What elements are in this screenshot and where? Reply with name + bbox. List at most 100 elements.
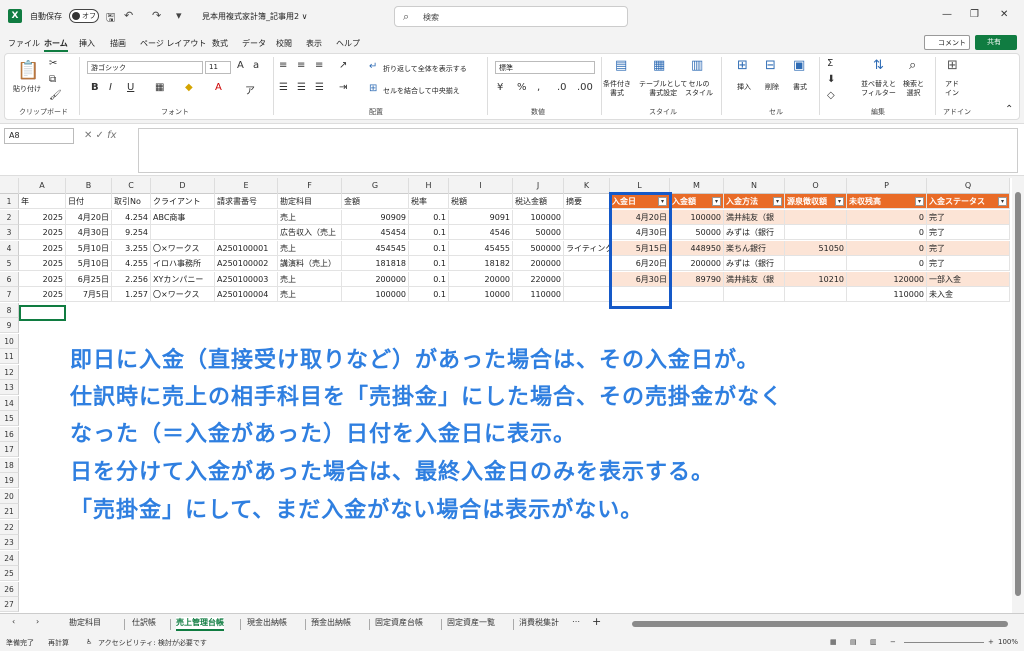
row-header[interactable]: 19 bbox=[0, 473, 19, 488]
sort-filter-button[interactable]: 並べ替えと フィルター bbox=[861, 80, 896, 98]
table-cell[interactable]: 4.254 bbox=[112, 209, 151, 225]
table-cell[interactable] bbox=[564, 287, 610, 302]
sheet-tab-active[interactable]: 売上管理台帳 bbox=[176, 617, 224, 631]
customize-qat-icon[interactable]: ▾ bbox=[176, 9, 182, 22]
filter-dropdown-icon[interactable]: ▾ bbox=[773, 197, 782, 206]
table-cell[interactable]: 1.257 bbox=[112, 287, 151, 302]
table-cell[interactable]: 完了 bbox=[927, 209, 1010, 225]
table-cell[interactable]: 181818 bbox=[342, 256, 409, 271]
font-color-icon[interactable]: A bbox=[215, 82, 222, 93]
filter-dropdown-icon[interactable]: ▾ bbox=[835, 197, 844, 206]
cut-icon[interactable]: ✂ bbox=[49, 58, 57, 69]
row-header[interactable]: 10 bbox=[0, 333, 19, 349]
save-icon[interactable]: 🖫 bbox=[106, 9, 115, 28]
row-header[interactable]: 14 bbox=[0, 395, 19, 411]
select-all-corner[interactable] bbox=[0, 178, 19, 194]
phonetic-icon[interactable]: ア bbox=[245, 82, 255, 97]
table-cell[interactable] bbox=[785, 225, 847, 240]
row-header[interactable]: 21 bbox=[0, 504, 19, 519]
table-cell[interactable]: 0 bbox=[847, 209, 927, 225]
row-header[interactable]: 2 bbox=[0, 209, 19, 225]
find-select-button[interactable]: 検索と 選択 bbox=[903, 80, 924, 98]
row-header[interactable]: 6 bbox=[0, 271, 19, 287]
sheet-tab[interactable]: 固定資産一覧 bbox=[447, 617, 495, 628]
search-box[interactable]: ⌕ 検索 bbox=[394, 6, 628, 27]
conditional-format-icon[interactable]: ▤ bbox=[615, 58, 627, 73]
align-left-icon[interactable]: ☰ bbox=[279, 82, 288, 93]
comment-button[interactable]: コメント bbox=[924, 35, 970, 50]
table-cell[interactable]: 50000 bbox=[670, 225, 724, 240]
minimize-icon[interactable]: — bbox=[942, 9, 952, 20]
sheet-tab[interactable]: 仕訳帳 bbox=[132, 617, 156, 628]
column-header-q[interactable]: Q bbox=[927, 178, 1010, 194]
table-cell[interactable]: ABC商事 bbox=[151, 209, 215, 225]
table-cell[interactable]: 4月30日 bbox=[66, 225, 112, 240]
table-cell[interactable] bbox=[785, 287, 847, 302]
table-cell[interactable]: 0.1 bbox=[409, 240, 449, 256]
vertical-scroll-thumb[interactable] bbox=[1015, 192, 1021, 596]
table-cell[interactable]: 0 bbox=[847, 225, 927, 240]
table-header-cell[interactable]: 入金額 ▾ bbox=[670, 194, 724, 209]
table-cell[interactable]: 2.256 bbox=[112, 271, 151, 287]
row-header[interactable]: 17 bbox=[0, 442, 19, 457]
format-as-table-button[interactable]: テーブルとして 書式設定 bbox=[639, 80, 687, 98]
table-cell[interactable]: 4月20日 bbox=[66, 209, 112, 225]
row-header[interactable]: 27 bbox=[0, 597, 19, 612]
fx-icon[interactable]: ✕ ✓ fx bbox=[84, 130, 117, 141]
zoom-slider[interactable] bbox=[904, 642, 984, 643]
decrease-decimal-icon[interactable]: .00 bbox=[577, 82, 593, 93]
sheet-tab[interactable]: 固定資産台帳 bbox=[375, 617, 423, 628]
wrap-text-icon[interactable]: ↵ bbox=[369, 61, 377, 72]
column-header-k[interactable]: K bbox=[564, 178, 610, 194]
column-header-m[interactable]: M bbox=[670, 178, 724, 194]
copy-icon[interactable]: ⧉ bbox=[49, 74, 56, 85]
clear-icon[interactable]: ◇ bbox=[827, 90, 835, 101]
zoom-level[interactable]: 100% bbox=[998, 638, 1018, 646]
table-cell[interactable]: 5月10日 bbox=[66, 256, 112, 271]
table-cell[interactable]: 9091 bbox=[449, 209, 513, 225]
column-header-o[interactable]: O bbox=[785, 178, 847, 194]
table-header-cell[interactable]: 勘定科目 bbox=[278, 194, 342, 209]
table-cell[interactable]: 2025 bbox=[19, 271, 66, 287]
table-cell[interactable]: 売上 bbox=[278, 287, 342, 302]
align-center-icon[interactable]: ☰ bbox=[297, 82, 306, 93]
add-sheet-icon[interactable]: + bbox=[592, 615, 601, 628]
row-header[interactable]: 20 bbox=[0, 488, 19, 504]
row-header[interactable]: 15 bbox=[0, 411, 19, 426]
menu-data[interactable]: データ bbox=[242, 38, 266, 49]
increase-decimal-icon[interactable]: .0 bbox=[557, 82, 567, 93]
table-cell[interactable] bbox=[564, 225, 610, 240]
table-cell[interactable]: 完了 bbox=[927, 240, 1010, 256]
table-cell[interactable]: 90909 bbox=[342, 209, 409, 225]
merge-icon[interactable]: ⊞ bbox=[369, 83, 377, 94]
table-cell[interactable]: 45455 bbox=[449, 240, 513, 256]
align-middle-icon[interactable]: ≡ bbox=[297, 60, 305, 71]
table-cell[interactable]: 2025 bbox=[19, 240, 66, 256]
table-cell[interactable]: 10000 bbox=[449, 287, 513, 302]
insert-cells-button[interactable]: 挿入 bbox=[737, 82, 751, 92]
cell-styles-button[interactable]: セルの スタイル bbox=[685, 80, 713, 98]
align-bottom-icon[interactable]: ≡ bbox=[315, 60, 323, 71]
column-header-p[interactable]: P bbox=[847, 178, 927, 194]
column-header-a[interactable]: A bbox=[19, 178, 66, 194]
menu-view[interactable]: 表示 bbox=[306, 38, 322, 49]
table-header-cell[interactable]: 金額 bbox=[342, 194, 409, 209]
delete-cells-button[interactable]: 削除 bbox=[765, 82, 779, 92]
table-cell[interactable]: 5月10日 bbox=[66, 240, 112, 256]
row-header[interactable]: 24 bbox=[0, 550, 19, 566]
prev-sheet-icon[interactable]: ‹ bbox=[12, 617, 15, 626]
zoom-out-icon[interactable]: − bbox=[890, 638, 896, 646]
name-box[interactable]: A8 bbox=[4, 128, 74, 144]
table-cell[interactable]: 広告収入（売上 bbox=[278, 225, 342, 240]
row-header[interactable]: 23 bbox=[0, 535, 19, 550]
table-cell[interactable]: 50000 bbox=[513, 225, 564, 240]
filter-dropdown-icon[interactable]: ▾ bbox=[915, 197, 924, 206]
table-cell[interactable]: 45454 bbox=[342, 225, 409, 240]
format-painter-icon[interactable]: 🖌 bbox=[49, 90, 62, 101]
row-header[interactable]: 16 bbox=[0, 426, 19, 442]
table-cell[interactable]: 454545 bbox=[342, 240, 409, 256]
table-cell[interactable]: 2025 bbox=[19, 225, 66, 240]
table-header-cell[interactable]: 取引No bbox=[112, 194, 151, 209]
number-format-select[interactable]: 標準 bbox=[495, 61, 595, 74]
column-header-e[interactable]: E bbox=[215, 178, 278, 194]
